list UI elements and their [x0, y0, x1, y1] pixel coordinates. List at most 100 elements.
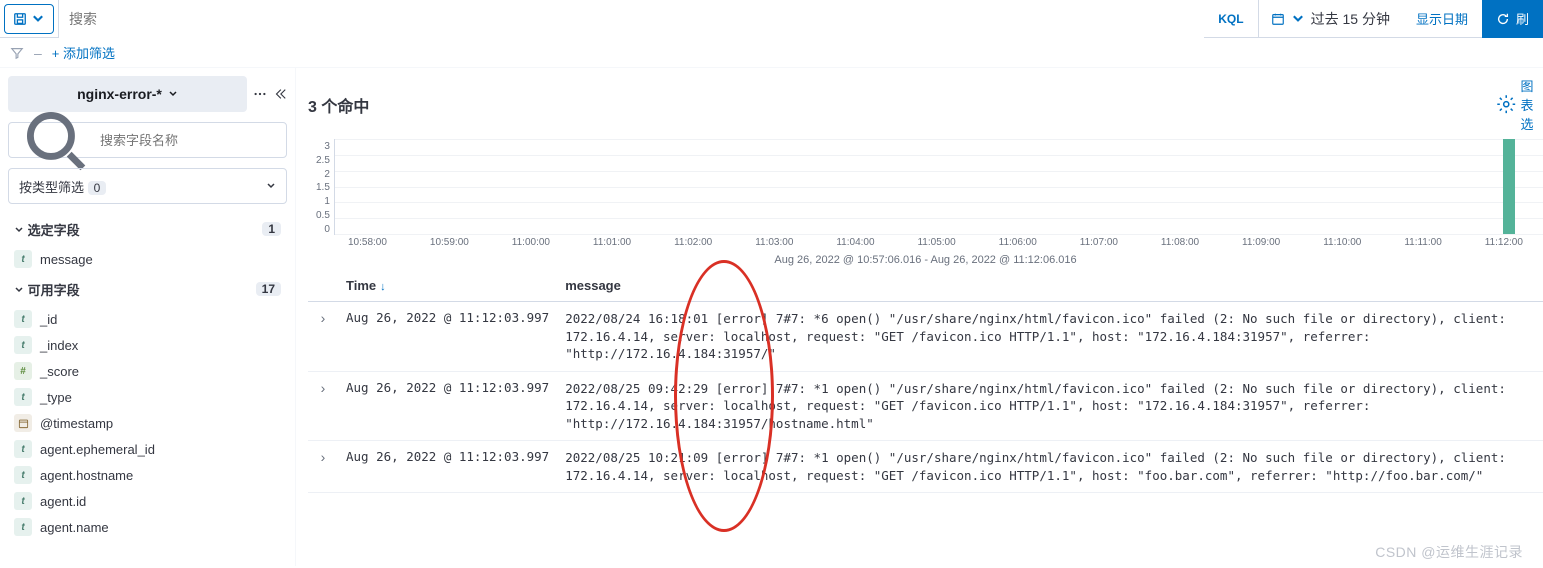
field-item[interactable]: t agent.id [8, 488, 287, 514]
filter-icon[interactable] [10, 46, 24, 60]
table-body: › Aug 26, 2022 @ 11:12:03.997 2022/08/24… [308, 302, 1543, 493]
expand-row-button[interactable]: › [308, 441, 338, 493]
field-name: _id [40, 312, 57, 327]
date-picker[interactable]: 过去 15 分钟 [1259, 0, 1402, 38]
chevron-down-icon [31, 12, 45, 26]
hits-count: 3 个命中 [308, 93, 369, 117]
chevron-down-icon [168, 89, 178, 99]
x-axis: 10:58:0010:59:0011:00:0011:01:0011:02:00… [308, 237, 1543, 248]
message-cell: 2022/08/24 16:18:01 [error] 7#7: *6 open… [557, 302, 1543, 372]
field-search-input[interactable] [100, 133, 276, 148]
gear-icon [1496, 94, 1516, 114]
date-range-label: 过去 15 分钟 [1311, 9, 1390, 29]
dash: – [34, 45, 42, 61]
selected-fields-list: tmessage [8, 246, 287, 272]
histogram-bar[interactable] [1503, 139, 1515, 234]
type-filter-label: 按类型筛选 [19, 180, 84, 195]
table-row: › Aug 26, 2022 @ 11:12:03.997 2022/08/25… [308, 441, 1543, 493]
index-pattern-label: nginx-error-* [77, 86, 162, 102]
y-tick: 0 [316, 224, 330, 235]
chart-options[interactable]: 图表选 [1496, 76, 1539, 133]
x-tick: 11:06:00 [999, 237, 1037, 248]
field-name: agent.hostname [40, 468, 133, 483]
field-item[interactable]: t_index [8, 332, 287, 358]
y-tick: 2.5 [316, 155, 330, 166]
message-cell: 2022/08/25 10:21:09 [error] 7#7: *1 open… [557, 441, 1543, 493]
refresh-icon [1496, 12, 1510, 26]
y-tick: 1.5 [316, 182, 330, 193]
add-filter-button[interactable]: + 添加筛选 [52, 43, 115, 62]
field-name: agent.id [40, 494, 86, 509]
field-item[interactable]: t agent.hostname [8, 462, 287, 488]
table-row: › Aug 26, 2022 @ 11:12:03.997 2022/08/25… [308, 371, 1543, 441]
histogram: 32.521.510.50 [308, 139, 1543, 249]
refresh-label: 刷 [1516, 9, 1529, 28]
field-name: _index [40, 338, 78, 353]
top-bar: KQL 过去 15 分钟 显示日期 刷 [0, 0, 1543, 38]
chevron-down-icon [14, 285, 24, 295]
y-tick: 0.5 [316, 210, 330, 221]
time-column-header[interactable]: Time↓ [338, 270, 557, 302]
field-item[interactable]: t agent.ephemeral_id [8, 436, 287, 462]
field-type-icon: t [14, 388, 32, 406]
field-item[interactable]: t_type [8, 384, 287, 410]
field-item[interactable]: @timestamp [8, 410, 287, 436]
plot-area[interactable] [334, 139, 1543, 235]
field-item[interactable]: #_score [8, 358, 287, 384]
expand-column-header [308, 270, 338, 302]
field-name: message [40, 252, 93, 267]
expand-row-button[interactable]: › [308, 302, 338, 372]
watermark: CSDN @运维生涯记录 [1375, 542, 1523, 562]
field-name: _score [40, 364, 79, 379]
available-fields-count: 17 [256, 282, 281, 296]
field-search[interactable] [8, 122, 287, 158]
x-tick: 11:07:00 [1080, 237, 1118, 248]
time-cell: Aug 26, 2022 @ 11:12:03.997 [338, 302, 557, 372]
type-filter[interactable]: 按类型筛选 0 [8, 168, 287, 204]
field-name: agent.ephemeral_id [40, 442, 155, 457]
x-tick: 11:09:00 [1242, 237, 1280, 248]
y-tick: 2 [316, 169, 330, 180]
x-tick: 11:00:00 [512, 237, 550, 248]
search-input[interactable] [59, 0, 1204, 38]
disk-icon [13, 12, 27, 26]
chevron-down-icon [1291, 12, 1305, 26]
field-type-icon: t [14, 518, 32, 536]
expand-row-button[interactable]: › [308, 371, 338, 441]
y-axis: 32.521.510.50 [316, 139, 334, 249]
chart-range-label: Aug 26, 2022 @ 10:57:06.016 - Aug 26, 20… [308, 254, 1543, 266]
field-type-icon: t [14, 440, 32, 458]
x-tick: 11:12:00 [1485, 237, 1523, 248]
x-tick: 10:58:00 [348, 237, 387, 248]
field-item[interactable]: t_id [8, 306, 287, 332]
x-tick: 11:02:00 [674, 237, 712, 248]
time-cell: Aug 26, 2022 @ 11:12:03.997 [338, 371, 557, 441]
collapse-icon[interactable] [273, 87, 287, 101]
field-type-icon: t [14, 492, 32, 510]
refresh-button[interactable]: 刷 [1482, 0, 1543, 38]
field-item[interactable]: tagent.name [8, 514, 287, 540]
results-area: 3 个命中 图表选 32.521.510.50 10:58:0010:59:00… [296, 68, 1543, 566]
field-item[interactable]: tmessage [8, 246, 287, 272]
message-cell: 2022/08/25 09:42:29 [error] 7#7: *1 open… [557, 371, 1543, 441]
show-dates-link[interactable]: 显示日期 [1402, 9, 1482, 28]
selected-fields-header[interactable]: 选定字段 1 [8, 212, 287, 246]
calendar-icon [1271, 12, 1285, 26]
available-fields-header[interactable]: 可用字段 17 [8, 272, 287, 306]
lang-switch[interactable]: KQL [1204, 12, 1257, 26]
more-icon[interactable] [253, 87, 267, 101]
field-name: @timestamp [40, 416, 113, 431]
available-fields-label: 可用字段 [28, 283, 80, 298]
chart-options-label: 图表选 [1520, 76, 1539, 133]
x-tick: 11:08:00 [1161, 237, 1199, 248]
time-cell: Aug 26, 2022 @ 11:12:03.997 [338, 441, 557, 493]
field-type-icon: t [14, 466, 32, 484]
selected-fields-label: 选定字段 [28, 223, 80, 238]
x-tick: 11:05:00 [917, 237, 955, 248]
search-icon [19, 104, 92, 177]
table-row: › Aug 26, 2022 @ 11:12:03.997 2022/08/24… [308, 302, 1543, 372]
filter-bar: – + 添加筛选 [0, 38, 1543, 68]
message-column-header[interactable]: message [557, 270, 1543, 302]
query-bar: KQL [58, 0, 1258, 38]
save-query-button[interactable] [4, 4, 54, 34]
